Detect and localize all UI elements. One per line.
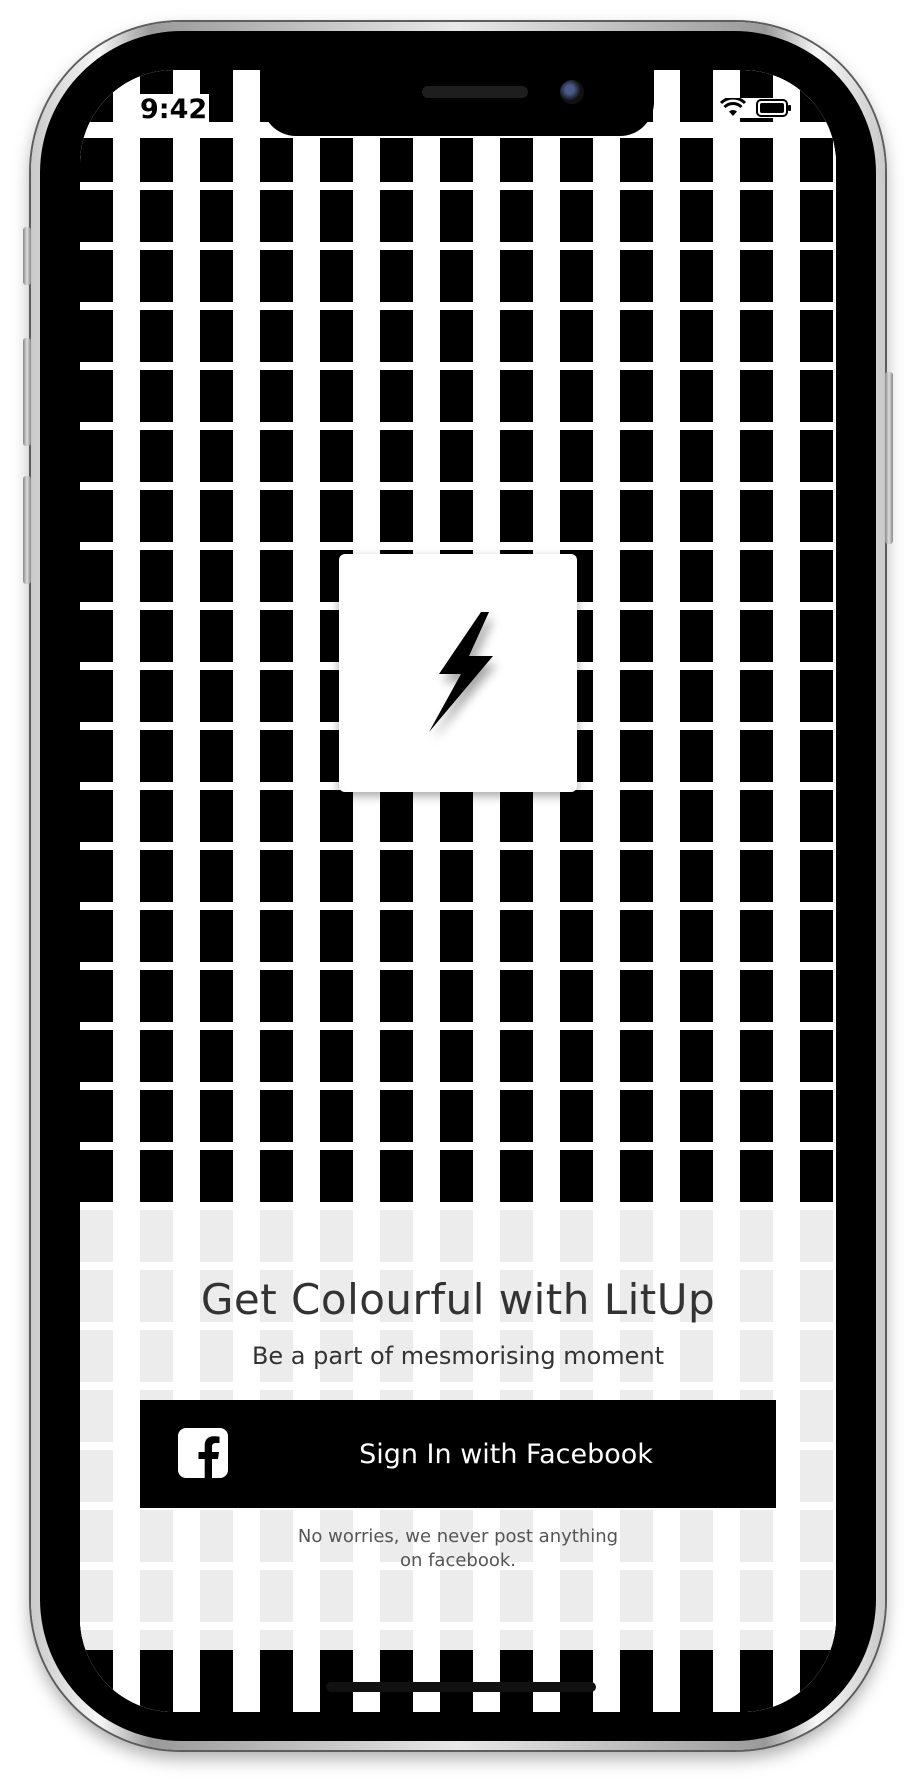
app-logo-card bbox=[339, 554, 577, 792]
camera-notch bbox=[262, 70, 654, 136]
facebook-sign-in-button[interactable]: Sign In with Facebook bbox=[140, 1400, 776, 1508]
grid-pattern-bottom bbox=[80, 1650, 836, 1712]
power-button bbox=[885, 372, 893, 544]
battery-icon bbox=[756, 99, 791, 117]
status-icons bbox=[716, 98, 796, 118]
wifi-icon bbox=[720, 98, 746, 116]
home-indicator[interactable] bbox=[326, 1682, 596, 1692]
disclaimer-line-2: on facebook. bbox=[399, 1550, 517, 1571]
volume-up-button bbox=[23, 338, 31, 446]
mute-switch bbox=[23, 227, 31, 285]
headline: Get Colourful with LitUp bbox=[200, 1275, 716, 1324]
lightning-bolt-icon bbox=[429, 612, 493, 732]
speaker-grille bbox=[422, 86, 528, 98]
facebook-button-label: Sign In with Facebook bbox=[359, 1438, 653, 1470]
subheadline: Be a part of mesmorising moment bbox=[251, 1342, 665, 1370]
disclaimer-line-1: No worries, we never post anything bbox=[297, 1526, 619, 1547]
front-camera bbox=[560, 80, 584, 104]
privacy-disclaimer: No worries, we never post anything on fa… bbox=[80, 1525, 836, 1573]
facebook-icon bbox=[178, 1428, 228, 1478]
status-time: 9:42 bbox=[138, 94, 210, 125]
volume-down-button bbox=[23, 476, 31, 584]
app-screen: Get Colourful with LitUp Be a part of me… bbox=[80, 70, 836, 1712]
